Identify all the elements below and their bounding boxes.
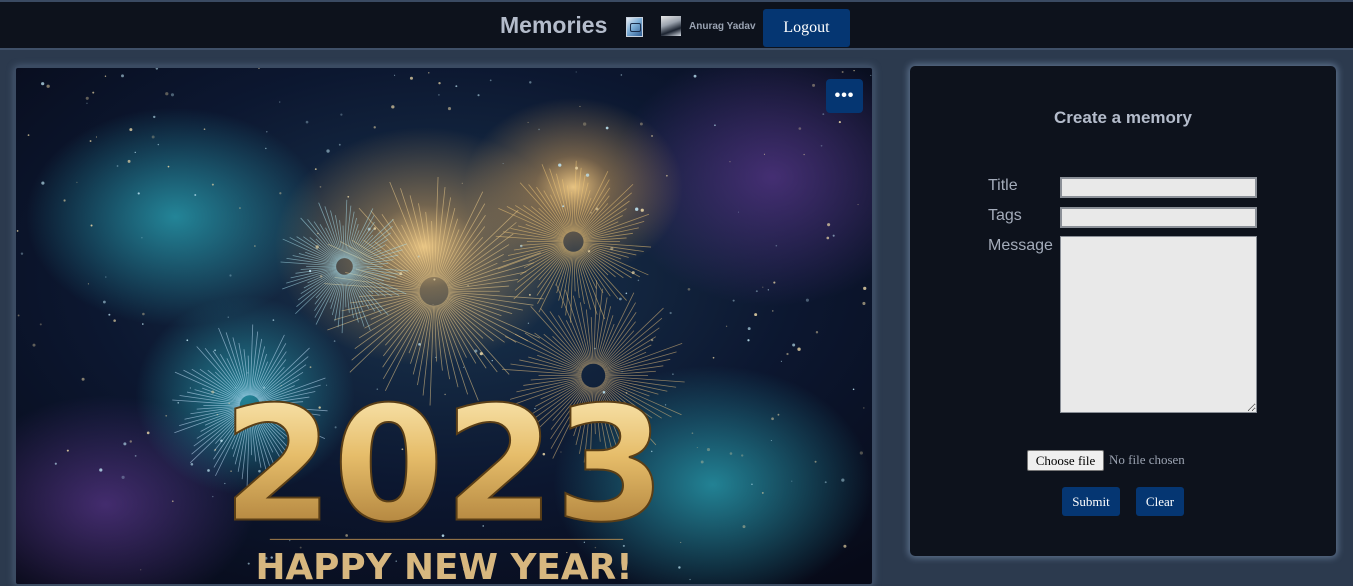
- tags-input[interactable]: [1060, 207, 1257, 228]
- logout-button[interactable]: Logout: [763, 9, 850, 47]
- choose-file-button[interactable]: Choose file: [1027, 450, 1104, 471]
- message-textarea[interactable]: [1060, 236, 1257, 413]
- app-bar: Memories Anurag Yadav Logout: [0, 0, 1353, 50]
- user-avatar[interactable]: [661, 16, 681, 36]
- memories-logo-icon: [626, 17, 643, 37]
- title-input[interactable]: [1060, 177, 1257, 198]
- app-title: Memories: [500, 12, 608, 38]
- create-memory-panel: Create a memory Title Tags Message Choos…: [910, 66, 1336, 556]
- memory-image: 2023 HAPPY NEW YEAR!: [16, 68, 872, 584]
- image-year-text: 2023: [222, 372, 665, 558]
- form-heading: Create a memory: [1054, 108, 1192, 127]
- message-label: Message: [988, 237, 1053, 254]
- tags-label: Tags: [988, 207, 1022, 224]
- more-options-button[interactable]: •••: [826, 79, 863, 113]
- title-label: Title: [988, 177, 1018, 194]
- file-status-text: No file chosen: [1109, 452, 1185, 467]
- memory-card: 2023 HAPPY NEW YEAR! •••: [14, 66, 874, 586]
- clear-button[interactable]: Clear: [1136, 487, 1184, 516]
- submit-button[interactable]: Submit: [1062, 487, 1120, 516]
- user-name: Anurag Yadav: [689, 21, 756, 32]
